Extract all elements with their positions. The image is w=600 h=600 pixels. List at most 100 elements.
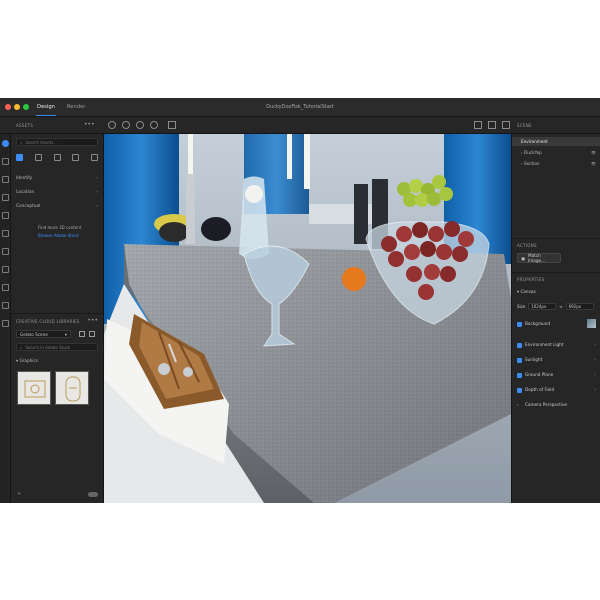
assets-row-conceptual[interactable]: Conceptual › — [16, 204, 98, 209]
chevron-right-icon[interactable]: › — [594, 387, 596, 393]
rotate-icon[interactable] — [2, 194, 9, 201]
chevron-right-icon: › — [96, 190, 98, 195]
emblem-artwork-icon — [65, 376, 81, 402]
chevron-right-icon[interactable]: › — [594, 372, 596, 378]
libraries-section: CREATIVE CLOUD LIBRARIES ••• Gelato Scen… — [11, 313, 103, 503]
select-icon[interactable] — [2, 158, 9, 165]
move-icon[interactable] — [2, 176, 9, 183]
add-content-icon[interactable] — [2, 140, 9, 147]
more-options-icon[interactable]: ••• — [84, 121, 95, 128]
materials-icon[interactable] — [53, 154, 61, 161]
list-view-icon[interactable] — [89, 331, 95, 337]
lights-icon[interactable] — [72, 154, 80, 161]
3d-viewport[interactable] — [104, 134, 511, 503]
scene-item-label: Section — [524, 161, 540, 166]
rendered-kitchen-scene — [104, 134, 511, 503]
scene-panel: Environment › DuckYop › Section 👁 👁 ACTI… — [511, 134, 600, 503]
scene-item-label: Environment — [521, 139, 548, 144]
check-label: Camera Perspective — [525, 402, 568, 407]
tool-strip — [0, 134, 11, 503]
background-label: Background — [525, 321, 550, 326]
checkbox-checked-icon — [517, 321, 522, 327]
scale-icon[interactable] — [2, 212, 9, 219]
pan-tool-icon[interactable] — [136, 121, 144, 129]
browse-stock-link[interactable]: Browse Adobe Stock — [38, 233, 79, 238]
visibility-icon[interactable]: 👁 — [591, 161, 596, 166]
size-row: Size 1024px ∞ 692px — [517, 303, 594, 310]
checkbox-checked-icon — [517, 387, 522, 393]
camera-perspective-row[interactable]: › Camera Perspective — [517, 402, 567, 407]
toolbar: ASSETS ••• SCENE — [0, 117, 600, 134]
chevron-right-icon: › — [96, 176, 98, 181]
checkbox-checked-icon — [517, 372, 522, 378]
dolly-tool-icon[interactable] — [150, 121, 158, 129]
align-icon[interactable] — [2, 320, 9, 327]
library-select[interactable]: Gelato Scene ▾ — [16, 330, 71, 338]
asset-category-tabs — [16, 154, 98, 161]
chevron-right-icon: › — [517, 402, 519, 407]
starter-assets-icon[interactable] — [16, 154, 23, 161]
scene-item-section[interactable]: › Section — [521, 161, 540, 166]
sunlight-checkbox[interactable]: Sunlight — [517, 357, 542, 363]
render-preview-icon[interactable] — [502, 121, 510, 129]
visibility-icon[interactable]: 👁 — [591, 150, 596, 155]
width-field[interactable]: 1024px — [528, 303, 557, 310]
drop-to-ground-icon[interactable] — [2, 302, 9, 309]
orbit-tool-icon[interactable] — [122, 121, 130, 129]
background-swatch[interactable] — [587, 319, 596, 328]
assets-search-field[interactable]: ⌕ Search Assets... — [16, 138, 98, 146]
chevron-right-icon[interactable]: › — [594, 357, 596, 363]
check-label: Environment Light — [525, 342, 564, 347]
paint-icon[interactable] — [2, 266, 9, 273]
hand-icon[interactable] — [2, 284, 9, 291]
frame-icon[interactable] — [488, 121, 496, 129]
height-value: 692px — [568, 304, 582, 309]
select-tool-icon[interactable] — [108, 121, 116, 129]
models-icon[interactable] — [34, 154, 42, 161]
assets-search-placeholder: Search Assets... — [25, 139, 58, 145]
chevron-right-icon[interactable]: › — [594, 342, 596, 348]
properties-section: PROPERTIES ▾ Canvas Size 1024px ∞ 692px … — [512, 272, 600, 503]
stock-search-field[interactable]: ⌕ Search in Adobe Stock — [16, 343, 98, 351]
assets-row-identify[interactable]: Identify › — [16, 176, 98, 181]
fit-view-icon[interactable] — [474, 121, 482, 129]
label-artwork-icon — [24, 380, 46, 398]
library-thumbnail[interactable] — [17, 371, 51, 405]
grid-view-icon[interactable] — [79, 331, 85, 337]
cloud-sync-icon[interactable] — [88, 492, 98, 497]
properties-header: PROPERTIES — [517, 277, 545, 282]
library-thumbnail[interactable] — [55, 371, 89, 405]
scene-item-duckyop[interactable]: › DuckYop — [521, 150, 542, 155]
depth-of-field-checkbox[interactable]: Depth of Field — [517, 387, 554, 393]
images-icon[interactable] — [91, 154, 98, 161]
assets-empty-text: Find more 3D content — [38, 225, 82, 230]
title-bar: Design Render DuckyDoxFisk_TutorialStart — [0, 98, 600, 117]
actions-section: ACTIONS ▣ Match Image... — [512, 238, 600, 272]
graphics-group-label: Graphics — [19, 358, 38, 363]
height-field[interactable]: 692px — [565, 303, 594, 310]
ground-plane-checkbox[interactable]: Ground Plane — [517, 372, 553, 378]
check-label: Sunlight — [525, 357, 543, 362]
magic-wand-icon[interactable] — [2, 230, 9, 237]
add-to-library-icon[interactable]: + — [17, 491, 21, 497]
width-value: 1024px — [531, 304, 547, 309]
check-label: Ground Plane — [525, 372, 554, 377]
size-label: Size — [517, 304, 526, 309]
background-checkbox[interactable]: Background — [517, 321, 550, 327]
canvas-header[interactable]: ▾ Canvas — [517, 289, 536, 294]
libraries-menu-icon[interactable]: ••• — [87, 317, 98, 324]
scene-item-environment[interactable]: Environment — [512, 137, 600, 146]
eyedropper-icon[interactable] — [2, 248, 9, 255]
assets-row-location[interactable]: Location › — [16, 190, 98, 195]
document-title: DuckyDoxFisk_TutorialStart — [266, 104, 334, 110]
environment-light-checkbox[interactable]: Environment Light — [517, 342, 564, 348]
chevron-right-icon: › — [96, 204, 98, 209]
match-image-button[interactable]: ▣ Match Image... — [517, 253, 561, 263]
scene-item-label: DuckYop — [524, 150, 542, 155]
library-select-value: Gelato Scene — [20, 331, 48, 337]
graphics-group-header[interactable]: ▾ Graphics — [16, 358, 38, 363]
row-label: Identify — [16, 176, 33, 181]
camera-bookmark-icon[interactable] — [168, 121, 176, 129]
checkbox-checked-icon — [517, 342, 522, 348]
link-icon[interactable]: ∞ — [559, 304, 562, 309]
